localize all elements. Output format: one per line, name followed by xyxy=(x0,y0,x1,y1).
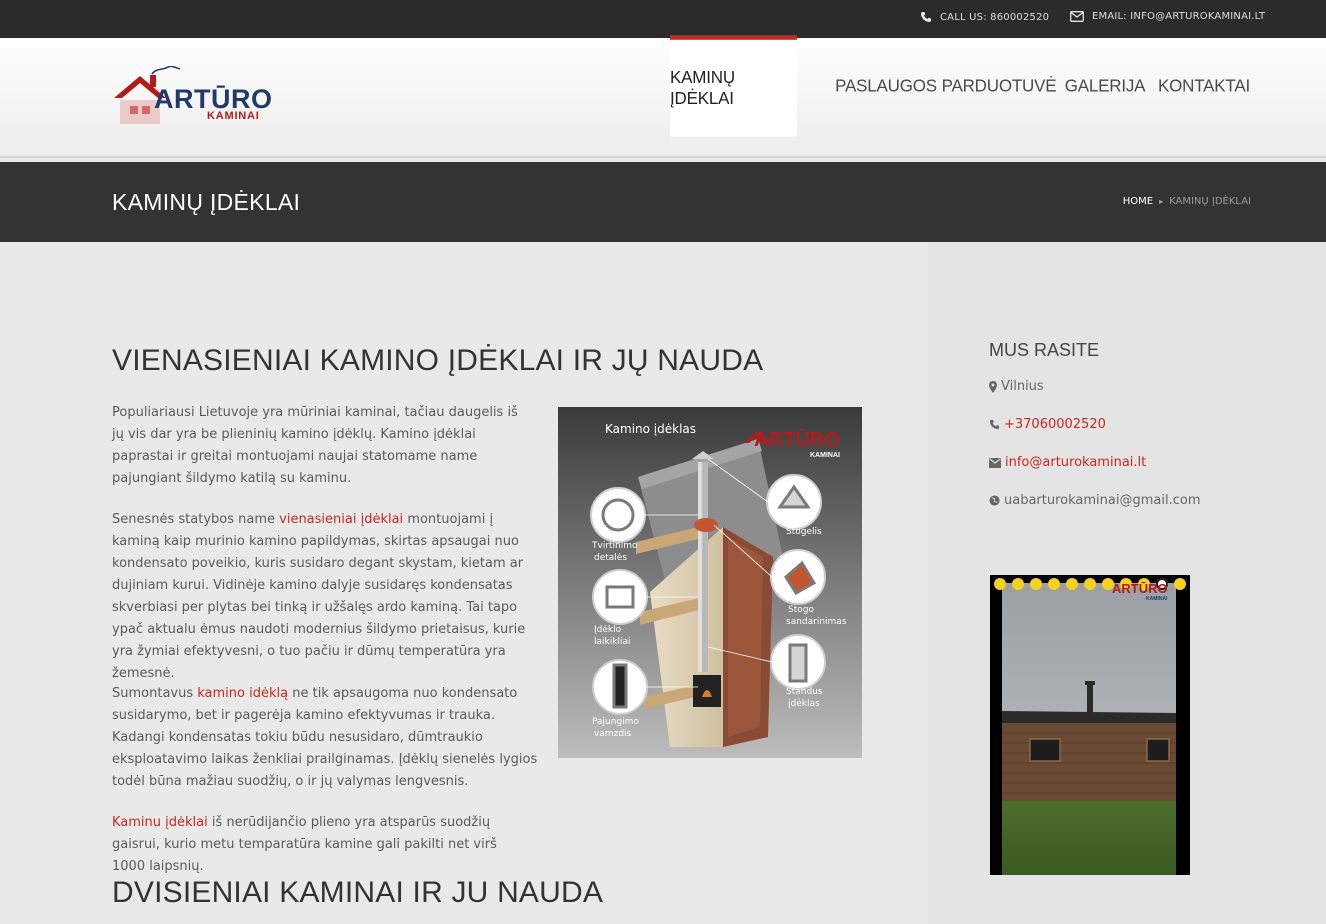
sidebar-title: MUS RASITE xyxy=(989,340,1100,360)
paragraph-nerudijancio: Kaminu įdėklai iš nerūdijančio plieno yr… xyxy=(112,812,522,878)
sidebar-gmail-text: uabarturokaminai@gmail.com xyxy=(1004,493,1201,508)
email-text: EMAIL: INFO@ARTUROKAMINAI.LT xyxy=(1092,11,1266,22)
slider-dot[interactable] xyxy=(1048,578,1060,590)
globe-icon xyxy=(989,495,1000,506)
breadcrumb-separator: ▸ xyxy=(1159,197,1164,206)
call-us[interactable]: CALL US: 860002520 xyxy=(920,11,1049,23)
label-stogelis: Stogelis xyxy=(786,527,822,537)
sidebar-phone: +37060002520 xyxy=(989,417,1106,432)
page-title-bar: KAMINŲ ĮDĖKLAI HOME ▸ KAMINŲ ĮDĖKLAI xyxy=(0,162,1326,242)
slider-photo-house xyxy=(1002,583,1176,875)
section-heading-dvisieniai: DVISIENIAI KAMINAI IR JU NAUDA xyxy=(112,876,604,909)
nav-galerija[interactable]: GALERIJA xyxy=(1065,36,1146,137)
link-vienasieniai-ideklai[interactable]: vienasieniai įdėklai xyxy=(279,512,403,527)
label-standus: Standus xyxy=(786,687,823,697)
sidebar-email-link[interactable]: info@arturokaminai.lt xyxy=(1005,455,1146,470)
slider-dot[interactable] xyxy=(1066,578,1078,590)
phone-text: CALL US: 860002520 xyxy=(940,11,1050,23)
sidebar-phone-link[interactable]: +37060002520 xyxy=(1004,417,1106,432)
sidebar-gmail: uabarturokaminai@gmail.com xyxy=(989,493,1200,508)
diagram-logo: ARTŪRO xyxy=(754,429,840,451)
sidebar-email: info@arturokaminai.lt xyxy=(989,455,1146,470)
slider-logo-sub: KAMINAI xyxy=(1146,596,1168,602)
paragraph-senesnes: Senesnės statybos name vienasieniai įdėk… xyxy=(112,509,540,685)
breadcrumb-current: KAMINŲ ĮDĖKLAI xyxy=(1169,196,1251,207)
envelope-icon xyxy=(1070,11,1084,22)
sidebar-city: Vilnius xyxy=(1001,379,1044,394)
nav-parduotuve[interactable]: PARDUOTUVĖ xyxy=(942,36,1057,137)
paragraph-text: Senesnės statybos name xyxy=(112,512,280,527)
email-us[interactable]: EMAIL: INFO@ARTUROKAMINAI.LT xyxy=(1070,11,1265,22)
logo-subtitle: KAMINAI xyxy=(207,110,260,122)
label-pajungimo: Pajungimo xyxy=(592,717,639,727)
paragraph-text: Sumontavus xyxy=(112,686,198,701)
paragraph-text: ne tik apsaugoma nuo kondensato susidary… xyxy=(112,686,538,789)
label-idklo: Įdėklo xyxy=(594,625,622,635)
label-idklas: įdėklas xyxy=(788,699,820,709)
label-laikikliai: laikikliai xyxy=(594,637,631,647)
page-title: KAMINŲ ĮDĖKLAI xyxy=(112,189,301,215)
site-logo[interactable]: ARTŪRO KAMINAI xyxy=(112,66,272,128)
logo-title: ARTŪRO xyxy=(154,84,273,114)
label-vamzdis: vamzdis xyxy=(594,729,632,739)
sidebar-location: Vilnius xyxy=(989,379,1044,394)
top-bar: CALL US: 860002520 EMAIL: INFO@ARTUROKAM… xyxy=(0,0,1326,38)
label-detales: detalės xyxy=(594,553,628,563)
paragraph-sumontavus: Sumontavus kamino idėklą ne tik apsaugom… xyxy=(112,683,540,793)
image-slider[interactable]: ARTŪRO KAMINAI xyxy=(990,575,1190,875)
breadcrumb-home[interactable]: HOME xyxy=(1123,196,1153,207)
phone-icon xyxy=(921,12,931,22)
label-stogo: Stogo xyxy=(788,605,814,615)
site-header: ARTŪRO KAMINAI KAMINŲ ĮDĖKLAI PASLAUGOS … xyxy=(0,35,1326,158)
map-marker-icon xyxy=(989,380,997,393)
link-kaminu-ideklai[interactable]: Kaminu įdėklai xyxy=(112,815,208,830)
diagram-title: Kamino įdėklas xyxy=(605,422,697,436)
nav-paslaugos[interactable]: PASLAUGOS xyxy=(835,36,937,137)
slider-logo: ARTŪRO xyxy=(1112,581,1168,596)
phone-icon xyxy=(989,419,1000,430)
paragraph-text: montuojami į kaminą kaip murinio kamino … xyxy=(112,512,526,681)
label-tvirtinimo: Tvirtinimo xyxy=(592,541,638,551)
nav-kaminu-ideklai[interactable]: KAMINŲ ĮDĖKLAI xyxy=(670,35,797,137)
label-sandarinimas: sandarinimas xyxy=(786,617,847,627)
link-kamino-ideklas[interactable]: kamino idėklą xyxy=(197,686,288,701)
section-heading-vienasieniai: VIENASIENIAI KAMINO ĮDĖKLAI IR JŲ NAUDA xyxy=(112,344,764,377)
slider-dot[interactable] xyxy=(1084,578,1096,590)
slider-dot[interactable] xyxy=(1012,578,1024,590)
envelope-icon xyxy=(989,457,1001,468)
chimney-liner-diagram: Kamino įdėklas ARTŪRO KAMINAI Tvirtinimo… xyxy=(558,407,862,758)
nav-kontaktai[interactable]: KONTAKTAI xyxy=(1158,36,1250,137)
slider-dot[interactable] xyxy=(1030,578,1042,590)
slider-dot[interactable] xyxy=(1174,578,1186,590)
paragraph-intro: Populiariausi Lietuvoje yra mūriniai kam… xyxy=(112,405,518,486)
breadcrumb: HOME ▸ KAMINŲ ĮDĖKLAI xyxy=(1123,196,1251,207)
slider-dot[interactable] xyxy=(994,578,1006,590)
diagram-logo-sub: KAMINAI xyxy=(810,452,840,459)
